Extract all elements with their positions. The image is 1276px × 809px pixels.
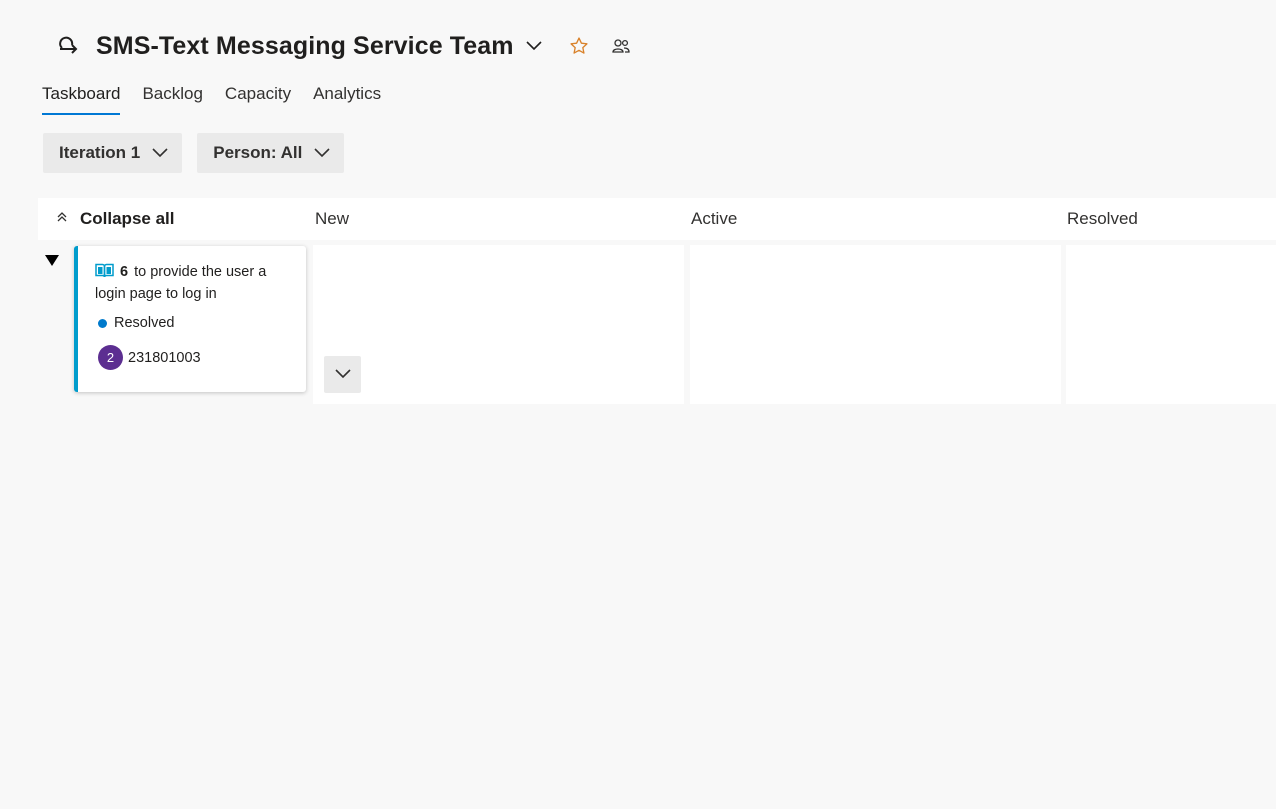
team-header: SMS-Text Messaging Service Team: [56, 28, 632, 64]
row-expand-toggle-icon[interactable]: [44, 252, 60, 268]
column-header-active: Active: [691, 209, 738, 228]
avatar: 2: [98, 345, 123, 370]
iteration-dropdown-label: Iteration 1: [59, 143, 141, 162]
work-item-assignee[interactable]: 2 231801003: [98, 345, 201, 370]
star-icon[interactable]: [568, 35, 590, 57]
expand-tasks-button[interactable]: [324, 356, 361, 393]
board-column-header: Collapse all New Active Resolved: [38, 198, 1276, 240]
person-dropdown[interactable]: Person: All: [197, 133, 345, 173]
tab-capacity[interactable]: Capacity: [225, 84, 291, 114]
collapse-all-label: Collapse all: [80, 209, 175, 228]
collapse-all-button[interactable]: Collapse all: [56, 198, 174, 240]
user-story-book-icon: [95, 263, 114, 284]
chevron-down-icon[interactable]: [524, 36, 544, 56]
assignee-name: 231801003: [128, 349, 201, 366]
team-title: SMS-Text Messaging Service Team: [96, 31, 514, 60]
double-chevron-up-icon: [56, 210, 68, 228]
filter-bar: Iteration 1 Person: All: [43, 133, 359, 173]
card-title: 6 to provide the user a login page to log…: [95, 262, 295, 304]
column-header-new: New: [315, 209, 350, 228]
chevron-down-icon: [314, 148, 330, 158]
view-tabs: Taskboard Backlog Capacity Analytics: [42, 84, 403, 115]
team-members-icon[interactable]: [610, 35, 632, 57]
chevron-down-icon: [152, 148, 168, 158]
tab-backlog[interactable]: Backlog: [142, 84, 202, 114]
chevron-down-icon: [334, 366, 351, 384]
person-dropdown-label: Person: All: [213, 143, 303, 162]
lane-cell-active: [690, 245, 1061, 404]
state-label: Resolved: [114, 315, 175, 331]
sprint-icon: [56, 33, 82, 59]
iteration-dropdown[interactable]: Iteration 1: [43, 133, 183, 173]
work-item-card[interactable]: 6 to provide the user a login page to log…: [74, 246, 306, 392]
state-indicator-dot: [98, 318, 107, 328]
tab-taskboard[interactable]: Taskboard: [42, 84, 121, 115]
work-item-id: 6: [120, 264, 129, 280]
column-header-resolved: Resolved: [1067, 209, 1138, 228]
tab-analytics[interactable]: Analytics: [313, 84, 381, 114]
work-item-state[interactable]: Resolved: [98, 315, 174, 331]
lane-cell-new: [313, 245, 684, 404]
lane-cell-resolved: [1066, 245, 1276, 404]
